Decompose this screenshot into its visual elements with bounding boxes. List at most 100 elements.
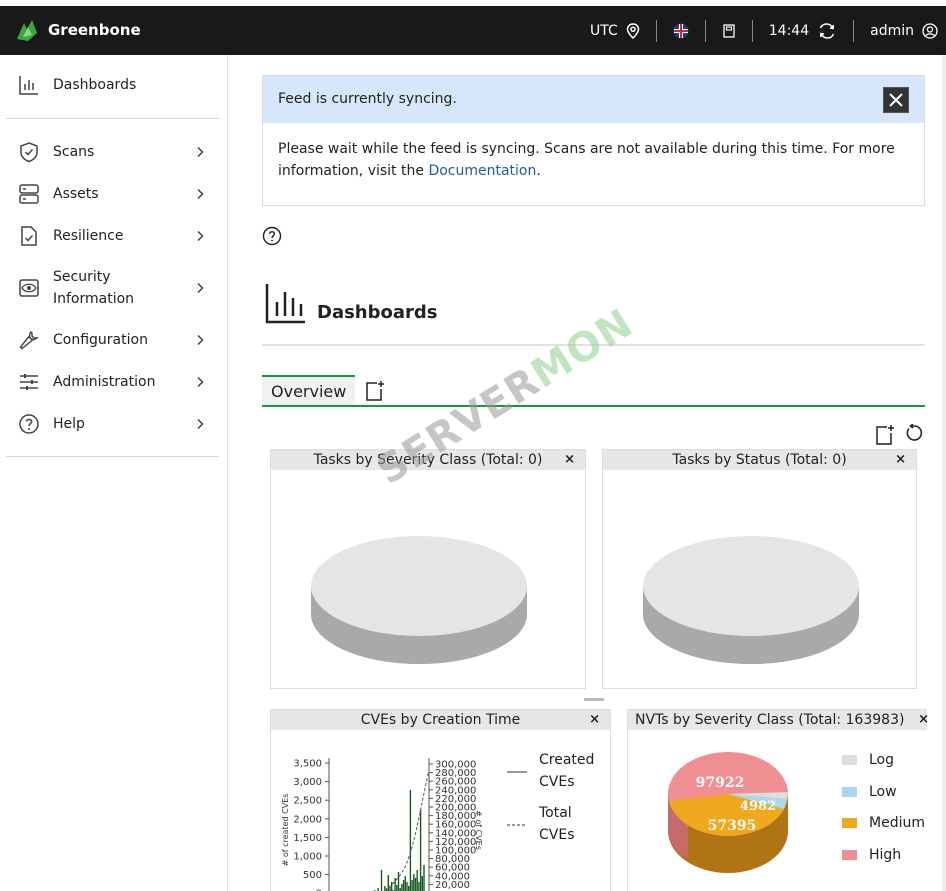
- card-header[interactable]: CVEs by Creation Time ×: [271, 710, 610, 730]
- y-tick-label: 1,000: [293, 852, 322, 863]
- remove-display-button[interactable]: ×: [918, 710, 929, 730]
- shield-check-icon: [20, 142, 38, 163]
- legend-swatch: [842, 787, 857, 797]
- total-cves-line: [381, 769, 430, 891]
- refresh-icon[interactable]: [817, 22, 837, 40]
- cve-bar: [408, 886, 410, 891]
- cve-bar: [402, 880, 405, 891]
- sidebar-item-dashboards[interactable]: Dashboards: [0, 74, 220, 96]
- cve-bar: [396, 885, 398, 891]
- cve-bar: [391, 882, 393, 891]
- sidebar-item-configuration[interactable]: Configuration: [0, 329, 220, 351]
- cve-bar: [401, 884, 403, 891]
- brand-name: Greenbone: [48, 21, 141, 39]
- cve-bar: [411, 880, 413, 891]
- clock-time: 14:44: [768, 22, 810, 39]
- sidebar-item-security-information[interactable]: Security Information: [0, 266, 220, 310]
- legend-total-cves: Total CVEs: [507, 802, 603, 846]
- cve-bar: [414, 878, 417, 891]
- sidebar-item-scans[interactable]: Scans: [0, 141, 220, 163]
- sidebar-item-label: Dashboards: [53, 77, 137, 93]
- username[interactable]: admin: [870, 23, 914, 39]
- legend-label: Created CVEs: [539, 752, 595, 790]
- question-circle-icon: [19, 414, 39, 434]
- sidebar-item-resilience[interactable]: Resilience: [0, 225, 220, 247]
- save-icon[interactable]: [722, 23, 736, 38]
- help-icon[interactable]: [262, 226, 282, 246]
- sidebar-item-label: Security Information: [53, 269, 135, 307]
- cve-bar: [416, 870, 418, 891]
- legend-created-cves: Created CVEs: [507, 749, 603, 793]
- eye-icon: [19, 279, 39, 297]
- remove-display-button[interactable]: ×: [895, 450, 906, 470]
- sliders-icon: [20, 374, 38, 390]
- card-header[interactable]: NVTs by Severity Class (Total: 163983) ×: [628, 710, 929, 730]
- add-display-icon[interactable]: [875, 424, 895, 446]
- tasks-by-severity-card: Tasks by Severity Class (Total: 0) ×: [270, 449, 586, 689]
- y-axis-label: # of created CVEs: [281, 794, 290, 867]
- card-header[interactable]: Tasks by Severity Class (Total: 0) ×: [271, 450, 585, 470]
- close-banner-button[interactable]: [883, 87, 909, 113]
- y-tick-label: 2,000: [293, 814, 322, 825]
- cve-bar: [413, 874, 415, 891]
- sidebar: Dashboards Scans Assets Resilience Secur…: [0, 55, 228, 891]
- sidebar-item-label: Assets: [53, 186, 99, 202]
- divider: [704, 19, 706, 42]
- cve-bar: [406, 882, 408, 891]
- divider: [262, 344, 925, 346]
- y-tick-label: 500: [303, 870, 322, 881]
- document-check-icon: [21, 226, 37, 246]
- page-header: Dashboards: [265, 282, 438, 324]
- y-tick-label: 1,500: [293, 833, 322, 844]
- banner-message: Please wait while the feed is syncing. S…: [278, 141, 895, 179]
- empty-pie-chart: [643, 536, 859, 664]
- y-tick-label: 3,000: [293, 777, 322, 788]
- banner-message-end: .: [536, 163, 541, 179]
- sidebar-item-help[interactable]: Help: [0, 413, 220, 435]
- uk-flag-icon[interactable]: [673, 23, 689, 39]
- feed-sync-banner: Feed is currently syncing. Please wait w…: [262, 75, 925, 206]
- remove-display-button[interactable]: ×: [564, 450, 575, 470]
- sidebar-item-label: Administration: [53, 374, 156, 390]
- location-pin-icon[interactable]: [626, 22, 640, 39]
- divider: [6, 118, 219, 119]
- sidebar-item-administration[interactable]: Administration: [0, 371, 220, 393]
- y2-axis-label: # of CVEs: [474, 810, 483, 850]
- card-title: CVEs by Creation Time: [360, 712, 521, 728]
- card-header[interactable]: Tasks by Status (Total: 0) ×: [603, 450, 916, 470]
- sidebar-item-assets[interactable]: Assets: [0, 183, 220, 205]
- user-circle-icon[interactable]: [922, 22, 938, 39]
- divider: [655, 19, 657, 42]
- legend-swatch: [842, 850, 857, 860]
- legend-label: Low: [869, 784, 897, 800]
- legend-high: High: [842, 847, 901, 863]
- server-icon: [19, 184, 39, 204]
- cve-bar: [418, 882, 420, 891]
- pie-label-low: 4982: [740, 799, 776, 814]
- legend-swatch: [842, 755, 857, 765]
- chevron-right-icon: [197, 188, 204, 200]
- close-icon: [889, 93, 903, 107]
- remove-display-button[interactable]: ×: [589, 710, 600, 730]
- banner-header: Feed is currently syncing.: [263, 76, 924, 123]
- cve-bar: [409, 790, 412, 891]
- row-resize-handle[interactable]: [584, 698, 604, 701]
- tab-overview[interactable]: Overview: [262, 375, 355, 407]
- brand-logo[interactable]: Greenbone: [14, 17, 141, 43]
- y2-tick-label: 20,000: [435, 880, 470, 891]
- cve-bar: [404, 876, 406, 891]
- vertical-scrollbar[interactable]: [942, 55, 946, 891]
- page-title: Dashboards: [317, 302, 438, 323]
- add-dashboard-icon[interactable]: [365, 380, 385, 402]
- card-title: NVTs by Severity Class (Total: 163983): [635, 712, 905, 728]
- cve-bar: [421, 876, 423, 891]
- bar-chart-icon: [19, 76, 38, 95]
- reset-icon[interactable]: [905, 424, 923, 442]
- tab-label: Overview: [271, 382, 347, 401]
- cve-bar: [423, 865, 425, 891]
- documentation-link[interactable]: Documentation: [428, 163, 536, 179]
- pie-label-high: 97922: [696, 775, 745, 791]
- banner-body: Please wait while the feed is syncing. S…: [263, 123, 924, 197]
- legend-swatch: [842, 818, 857, 828]
- legend-label: Total CVEs: [539, 805, 575, 843]
